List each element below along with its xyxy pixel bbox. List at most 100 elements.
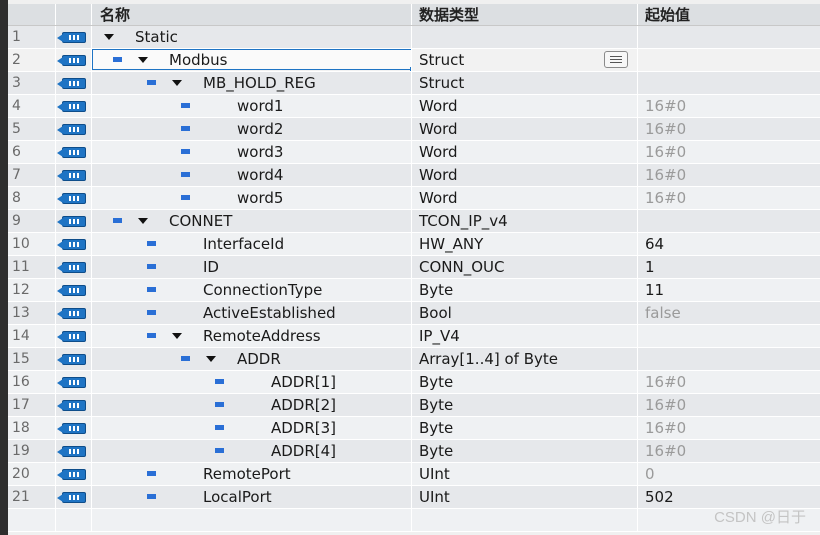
start-value-cell[interactable]: 16#0 <box>637 118 820 140</box>
name-cell[interactable]: ADDR <box>91 348 411 370</box>
start-value-cell[interactable]: 16#0 <box>637 187 820 209</box>
name-cell[interactable]: ID <box>91 256 411 278</box>
start-value-cell[interactable]: 16#0 <box>637 95 820 117</box>
header-start-value[interactable]: 起始值 <box>637 4 820 25</box>
start-value-cell[interactable]: 16#0 <box>637 417 820 439</box>
table-row[interactable]: 7 word4 Word 16#0 <box>8 164 820 187</box>
start-value-cell[interactable]: 16#0 <box>637 141 820 163</box>
name-cell[interactable]: RemoteAddress <box>91 325 411 347</box>
name-cell[interactable]: ConnectionType <box>91 279 411 301</box>
name-cell[interactable]: MB_HOLD_REG <box>91 72 411 94</box>
name-cell[interactable]: word4 <box>91 164 411 186</box>
name-cell[interactable]: InterfaceId <box>91 233 411 255</box>
expand-triangle-icon[interactable] <box>104 34 114 40</box>
member-bullet-icon <box>181 149 190 154</box>
start-value-cell[interactable] <box>637 210 820 232</box>
table-row[interactable]: 2 Modbus Struct <box>8 49 820 72</box>
data-type-cell[interactable]: Byte <box>411 371 637 393</box>
data-type-cell[interactable]: UInt <box>411 463 637 485</box>
table-row[interactable]: 12 ConnectionType Byte 11 <box>8 279 820 302</box>
name-cell[interactable]: CONNET <box>91 210 411 232</box>
data-type-cell[interactable]: Byte <box>411 279 637 301</box>
start-value-cell[interactable]: 0 <box>637 463 820 485</box>
expand-triangle-icon[interactable] <box>172 80 182 86</box>
start-value-cell[interactable]: 64 <box>637 233 820 255</box>
table-row[interactable]: 3 MB_HOLD_REG Struct <box>8 72 820 95</box>
start-value-cell[interactable]: 16#0 <box>637 394 820 416</box>
data-type-cell[interactable]: Byte <box>411 394 637 416</box>
name-cell[interactable]: ActiveEstablished <box>91 302 411 324</box>
table-row[interactable]: 13 ActiveEstablished Bool false <box>8 302 820 325</box>
data-type-cell[interactable]: Byte <box>411 440 637 462</box>
table-row[interactable]: 5 word2 Word 16#0 <box>8 118 820 141</box>
data-type-cell[interactable]: CONN_OUC <box>411 256 637 278</box>
start-value-cell[interactable]: 16#0 <box>637 371 820 393</box>
start-value-cell[interactable] <box>637 348 820 370</box>
data-type-browse-button[interactable] <box>604 51 628 68</box>
start-value-cell[interactable] <box>637 325 820 347</box>
name-cell[interactable]: LocalPort <box>91 486 411 508</box>
data-type-cell[interactable]: HW_ANY <box>411 233 637 255</box>
name-cell[interactable]: ADDR[2] <box>91 394 411 416</box>
row-number: 6 <box>12 144 21 160</box>
row-number: 15 <box>12 351 30 367</box>
start-value-cell[interactable]: false <box>637 302 820 324</box>
start-value-cell[interactable]: 1 <box>637 256 820 278</box>
data-type-cell[interactable]: Word <box>411 141 637 163</box>
table-row[interactable]: 18 ADDR[3] Byte 16#0 <box>8 417 820 440</box>
expand-triangle-icon[interactable] <box>138 218 148 224</box>
data-type-cell[interactable]: Word <box>411 187 637 209</box>
start-value-cell[interactable]: 16#0 <box>637 164 820 186</box>
data-type-cell[interactable]: Byte <box>411 417 637 439</box>
data-type-cell[interactable]: Bool <box>411 302 637 324</box>
data-type-cell[interactable]: Struct <box>411 72 637 94</box>
name-cell[interactable]: word2 <box>91 118 411 140</box>
name-cell[interactable]: Static <box>91 26 411 48</box>
interface-icon <box>56 100 86 112</box>
table-row[interactable]: 8 word5 Word 16#0 <box>8 187 820 210</box>
start-value-cell[interactable]: 11 <box>637 279 820 301</box>
start-value-cell[interactable]: 16#0 <box>637 440 820 462</box>
name-cell[interactable]: Modbus <box>91 49 411 71</box>
table-row[interactable]: 1 Static <box>8 26 820 49</box>
data-type-cell[interactable]: IP_V4 <box>411 325 637 347</box>
table-row[interactable]: 10 InterfaceId HW_ANY 64 <box>8 233 820 256</box>
data-type-cell[interactable]: Word <box>411 95 637 117</box>
expand-triangle-icon[interactable] <box>172 333 182 339</box>
expand-triangle-icon[interactable] <box>206 356 216 362</box>
member-name: RemoteAddress <box>203 327 321 345</box>
name-cell[interactable]: word5 <box>91 187 411 209</box>
name-cell[interactable]: RemotePort <box>91 463 411 485</box>
data-type-cell[interactable]: TCON_IP_v4 <box>411 210 637 232</box>
table-row[interactable]: 16 ADDR[1] Byte 16#0 <box>8 371 820 394</box>
data-type-cell[interactable]: Word <box>411 164 637 186</box>
member-name: word1 <box>237 97 284 115</box>
data-type-cell[interactable] <box>411 26 637 48</box>
data-type-cell[interactable]: Word <box>411 118 637 140</box>
data-type-cell[interactable]: UInt <box>411 486 637 508</box>
name-cell[interactable]: word3 <box>91 141 411 163</box>
table-row[interactable]: 21 LocalPort UInt 502 <box>8 486 820 509</box>
data-type-cell[interactable]: Array[1..4] of Byte <box>411 348 637 370</box>
name-cell[interactable]: ADDR[3] <box>91 417 411 439</box>
header-name[interactable]: 名称 <box>91 4 411 25</box>
table-row[interactable]: 9 CONNET TCON_IP_v4 <box>8 210 820 233</box>
start-value-cell[interactable] <box>637 72 820 94</box>
table-row[interactable]: 15 ADDR Array[1..4] of Byte <box>8 348 820 371</box>
table-row[interactable]: 6 word3 Word 16#0 <box>8 141 820 164</box>
table-row[interactable]: 17 ADDR[2] Byte 16#0 <box>8 394 820 417</box>
table-row[interactable]: 20 RemotePort UInt 0 <box>8 463 820 486</box>
start-value-cell[interactable]: 502 <box>637 486 820 508</box>
name-cell[interactable]: ADDR[4] <box>91 440 411 462</box>
name-cell[interactable]: ADDR[1] <box>91 371 411 393</box>
table-row[interactable]: 11 ID CONN_OUC 1 <box>8 256 820 279</box>
name-cell[interactable]: word1 <box>91 95 411 117</box>
header-data-type[interactable]: 数据类型 <box>411 4 637 25</box>
expand-triangle-icon[interactable] <box>138 57 148 63</box>
table-row[interactable]: 19 ADDR[4] Byte 16#0 <box>8 440 820 463</box>
start-value-cell[interactable] <box>637 26 820 48</box>
start-value-cell[interactable] <box>637 49 820 71</box>
empty-row[interactable] <box>8 509 820 532</box>
table-row[interactable]: 14 RemoteAddress IP_V4 <box>8 325 820 348</box>
table-row[interactable]: 4 word1 Word 16#0 <box>8 95 820 118</box>
